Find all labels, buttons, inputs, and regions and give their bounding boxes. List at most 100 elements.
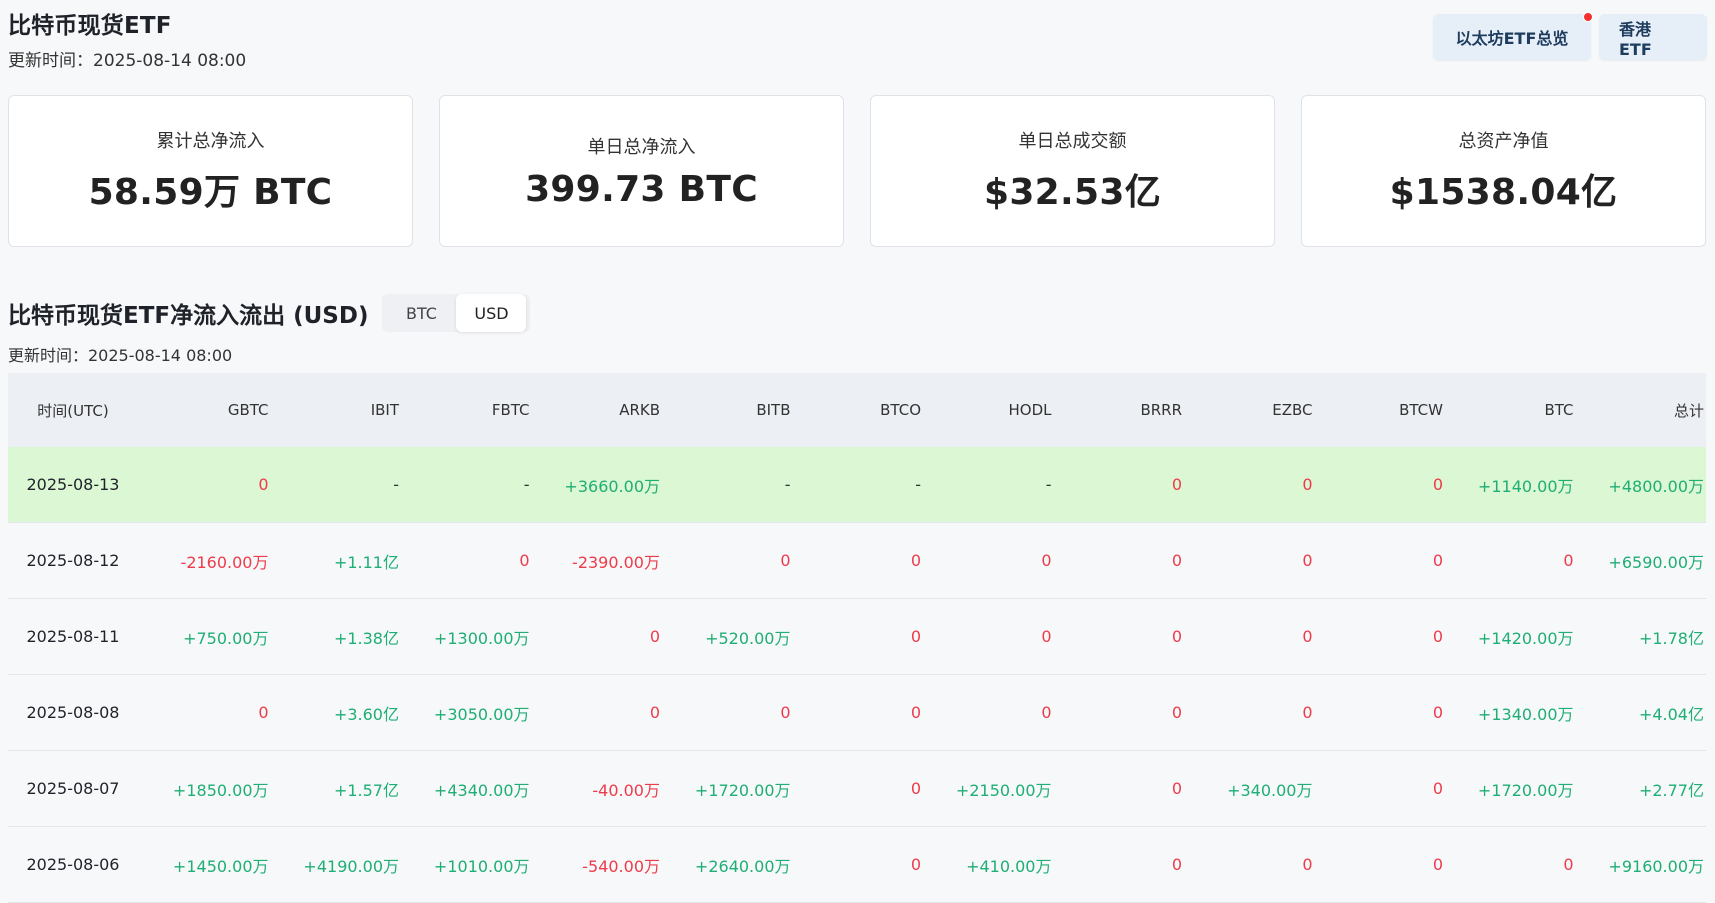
- value-cell: 0: [1432, 703, 1443, 722]
- value-cell: -2390.00万: [572, 552, 660, 572]
- stat-label: 单日总净流入: [587, 136, 696, 158]
- column-header: 时间(UTC): [37, 401, 109, 420]
- table-row: 2025-08-12 -2160.00万 +1.11亿 0 -2390.00万 0 0 0 0 0…: [8, 523, 1706, 599]
- date-cell: 2025-08-06: [26, 855, 120, 874]
- unit-toggle: BTC USD: [382, 294, 531, 332]
- value-cell: +6590.00万: [1608, 552, 1704, 572]
- value-cell: 0: [1302, 475, 1313, 494]
- column-header: BTCW: [1399, 401, 1443, 419]
- value-cell: 0: [1432, 475, 1443, 494]
- value-cell: 0: [910, 551, 921, 570]
- column-header: EZBC: [1272, 401, 1313, 419]
- value-cell: -: [784, 475, 791, 494]
- update-time: 更新时间：2025-08-14 08:00: [8, 51, 247, 71]
- page-title: 比特币现货ETF: [8, 13, 172, 39]
- value-cell: -: [915, 475, 921, 494]
- value-cell: +1300.00万: [433, 628, 530, 648]
- table-row: 2025-08-08 0 +3.60亿 +3050.00万 0 0 0 0 0 0 0 +1340.0…: [8, 675, 1706, 751]
- value-cell: 0: [1563, 855, 1574, 874]
- value-cell: -40.00万: [592, 780, 660, 800]
- flow-table: 时间(UTC) GBTC IBIT FBTC ARKB BITB BTCO HODL BRRR E…: [8, 373, 1706, 903]
- value-cell: +1340.00万: [1477, 704, 1574, 724]
- value-cell: +1140.00万: [1477, 476, 1574, 496]
- hk-etf-button[interactable]: 香港 ETF: [1599, 14, 1707, 60]
- value-cell: 0: [1171, 551, 1182, 570]
- value-cell: 0: [649, 627, 660, 646]
- value-cell: 0: [258, 475, 269, 494]
- value-cell: +3050.00万: [433, 704, 530, 724]
- value-cell: +3660.00万: [564, 476, 660, 496]
- eth-etf-overview-button[interactable]: 以太坊ETF总览: [1433, 12, 1593, 60]
- table-row: 2025-08-11 +750.00万 +1.38亿 +1300.00万 0 +520.0…: [8, 599, 1706, 675]
- value-cell: 0: [1302, 855, 1313, 874]
- stat-label: 单日总成交额: [1018, 131, 1127, 152]
- value-cell: 0: [910, 855, 921, 874]
- value-cell: +1720.00万: [694, 780, 791, 800]
- stat-value: $32.53亿: [983, 172, 1162, 213]
- stat-value: $1538.04亿: [1389, 172, 1618, 213]
- value-cell: 0: [1432, 855, 1443, 874]
- value-cell: -: [1045, 475, 1052, 494]
- value-cell: 0: [1171, 703, 1182, 722]
- value-cell: 0: [519, 551, 530, 570]
- value-cell: 0: [1041, 551, 1052, 570]
- column-header: HODL: [1008, 401, 1052, 419]
- notification-dot-icon: [1583, 12, 1593, 22]
- value-cell: 0: [258, 703, 269, 722]
- date-cell: 2025-08-07: [26, 779, 120, 798]
- value-cell: +2150.00万: [955, 780, 1052, 800]
- column-header: 总计: [1673, 401, 1704, 420]
- stat-value: 58.59万 BTC: [88, 172, 333, 213]
- table-row: 2025-08-07 +1850.00万 +1.57亿 +4340.00万 -40.00…: [8, 751, 1706, 827]
- value-cell: +2640.00万: [694, 856, 791, 876]
- value-cell: +4340.00万: [433, 780, 530, 800]
- nav-buttons: 以太坊ETF总览 香港 ETF: [1433, 12, 1707, 60]
- value-cell: +4800.00万: [1608, 476, 1704, 496]
- value-cell: 0: [780, 551, 791, 570]
- value-cell: -2160.00万: [180, 552, 269, 572]
- hk-etf-label: 香港 ETF: [1619, 19, 1652, 59]
- value-cell: 0: [1171, 627, 1182, 646]
- stat-card-total-inflow: 累计总净流入 58.59万 BTC: [8, 95, 413, 247]
- value-cell: 0: [1432, 779, 1443, 798]
- table-header-row: 时间(UTC) GBTC IBIT FBTC ARKB BITB BTCO HODL BRRR E…: [8, 373, 1706, 447]
- value-cell: 0: [910, 703, 921, 722]
- value-cell: -540.00万: [582, 856, 660, 876]
- value-cell: +340.00万: [1227, 780, 1313, 800]
- value-cell: +1450.00万: [172, 856, 269, 876]
- value-cell: -: [393, 475, 399, 494]
- value-cell: +9160.00万: [1608, 856, 1704, 876]
- value-cell: +1.11亿: [333, 552, 399, 572]
- value-cell: +4190.00万: [303, 856, 399, 876]
- column-header: BRRR: [1140, 401, 1182, 419]
- value-cell: +410.00万: [966, 856, 1052, 876]
- value-cell: 0: [1171, 475, 1182, 494]
- page-header: 比特币现货ETF 更新时间：2025-08-14 08:00: [8, 6, 246, 71]
- flow-section-header: 比特币现货ETF净流入流出 (USD) BTC USD: [8, 294, 531, 332]
- value-cell: +2.77亿: [1638, 780, 1704, 800]
- value-cell: 0: [1171, 779, 1182, 798]
- value-cell: 0: [1302, 551, 1313, 570]
- date-cell: 2025-08-13: [26, 475, 120, 494]
- value-cell: +1720.00万: [1477, 780, 1574, 800]
- eth-etf-overview-label: 以太坊ETF总览: [1455, 29, 1569, 48]
- stat-label: 累计总净流入: [156, 131, 265, 152]
- value-cell: 0: [910, 627, 921, 646]
- value-cell: 0: [1041, 627, 1052, 646]
- column-header: BTCO: [880, 401, 921, 419]
- table-body: 2025-08-13 0 - - +3660.00万 - - - 0 0 0 +1140.00万 +48…: [8, 447, 1706, 903]
- section-title: 比特币现货ETF净流入流出 (USD): [8, 303, 369, 329]
- toggle-btc[interactable]: BTC: [386, 294, 456, 332]
- value-cell: 0: [649, 703, 660, 722]
- column-header: GBTC: [227, 401, 269, 419]
- value-cell: +3.60亿: [333, 704, 399, 724]
- value-cell: -: [523, 475, 530, 494]
- table-row: 2025-08-13 0 - - +3660.00万 - - - 0 0 0 +1140.00万 +48…: [8, 447, 1706, 523]
- value-cell: 0: [910, 779, 921, 798]
- value-cell: 0: [780, 703, 791, 722]
- toggle-usd[interactable]: USD: [456, 294, 527, 332]
- value-cell: +520.00万: [705, 628, 791, 648]
- stat-card-net-assets: 总资产净值 $1538.04亿: [1301, 95, 1706, 247]
- date-cell: 2025-08-08: [26, 703, 120, 722]
- value-cell: +1.38亿: [333, 628, 399, 648]
